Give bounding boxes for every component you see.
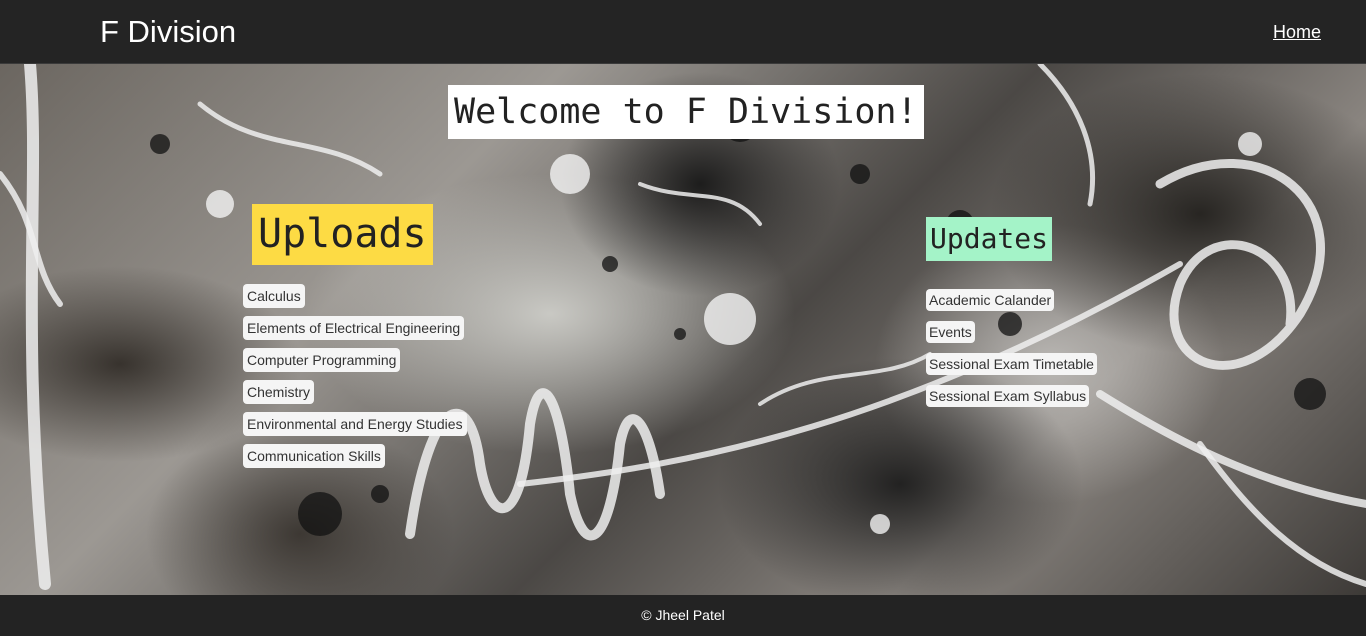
update-link-exam-syllabus[interactable]: Sessional Exam Syllabus: [926, 385, 1090, 407]
update-link-events[interactable]: Events: [926, 321, 975, 343]
ink-painting-background: [0, 64, 1366, 590]
upload-link-calculus[interactable]: Calculus: [243, 284, 305, 308]
uploads-list: Calculus Elements of Electrical Engineer…: [243, 284, 467, 476]
update-link-academic-calander[interactable]: Academic Calander: [926, 289, 1055, 311]
navbar: F Division Home: [0, 0, 1366, 64]
upload-link-computer-programming[interactable]: Computer Programming: [243, 348, 401, 372]
home-link[interactable]: Home: [1273, 21, 1321, 43]
upload-link-environmental-studies[interactable]: Environmental and Energy Studies: [243, 412, 467, 436]
uploads-heading: Uploads: [252, 204, 433, 265]
brand-title[interactable]: F Division: [100, 14, 236, 50]
footer: © Jheel Patel: [0, 595, 1366, 636]
hero-background: Welcome to F Division! Uploads Calculus …: [0, 64, 1366, 595]
updates-list: Academic Calander Events Sessional Exam …: [926, 289, 1097, 417]
welcome-heading: Welcome to F Division!: [448, 85, 924, 139]
upload-link-chemistry[interactable]: Chemistry: [243, 380, 315, 404]
updates-heading: Updates: [926, 217, 1053, 261]
update-link-exam-timetable[interactable]: Sessional Exam Timetable: [926, 353, 1097, 375]
upload-link-communication-skills[interactable]: Communication Skills: [243, 444, 385, 468]
copyright-text: © Jheel Patel: [641, 607, 725, 623]
upload-link-electrical-engineering[interactable]: Elements of Electrical Engineering: [243, 316, 465, 340]
